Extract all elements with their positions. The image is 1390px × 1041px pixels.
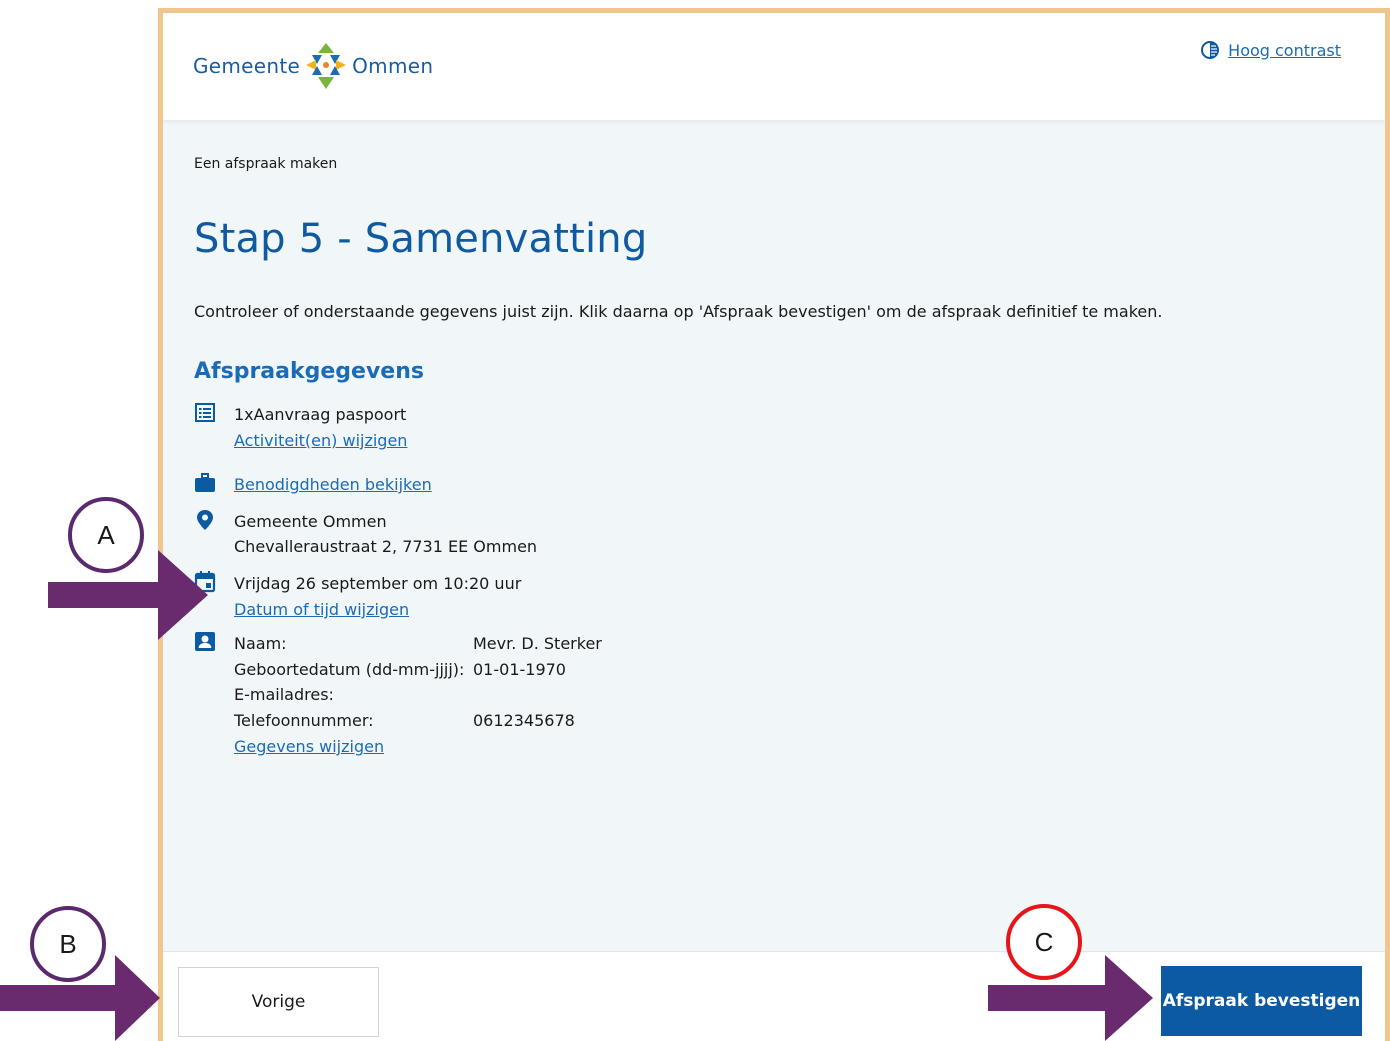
email-label: E-mailadres: — [234, 685, 334, 704]
change-datetime-link[interactable]: Datum of tijd wijzigen — [234, 596, 521, 623]
breadcrumb: Een afspraak maken — [194, 156, 338, 172]
person-details: Naam: Mevr. D. Sterker Geboortedatum (dd… — [234, 631, 602, 733]
confirm-appointment-button[interactable]: Afspraak bevestigen — [1161, 966, 1362, 1036]
high-contrast-label: Hoog contrast — [1228, 40, 1341, 60]
name-value: Mevr. D. Sterker — [473, 634, 602, 653]
briefcase-icon — [195, 473, 215, 492]
location-pin-icon — [197, 510, 213, 530]
annotation-c: C — [1006, 904, 1082, 980]
site-header: Gemeente Ommen Hoog contrast — [163, 13, 1385, 120]
datetime-row: Vrijdag 26 september om 10:20 uur Datum … — [194, 571, 521, 623]
location-name: Gemeente Ommen — [234, 512, 387, 531]
activity-text: 1xAanvraag paspoort — [234, 405, 407, 424]
logo[interactable]: Gemeente Ommen — [193, 43, 433, 89]
view-requirements-link[interactable]: Benodigdheden bekijken — [234, 472, 432, 497]
change-details-link[interactable]: Gegevens wijzigen — [234, 733, 602, 760]
name-label: Naam: — [234, 634, 287, 653]
phone-label: Telefoonnummer: — [234, 710, 374, 730]
page-title: Stap 5 - Samenvatting — [194, 216, 648, 262]
contrast-icon — [1201, 41, 1220, 59]
list-icon — [195, 403, 215, 422]
annotation-b: B — [30, 906, 106, 982]
previous-button[interactable]: Vorige — [178, 967, 379, 1037]
activity-row: 1xAanvraag paspoort Activiteit(en) wijzi… — [194, 402, 407, 454]
logo-text-left: Gemeente — [193, 54, 301, 78]
high-contrast-link[interactable]: Hoog contrast — [1200, 40, 1341, 60]
change-activity-link[interactable]: Activiteit(en) wijzigen — [234, 427, 407, 454]
datetime-text: Vrijdag 26 september om 10:20 uur — [234, 574, 522, 593]
person-row: Naam: Mevr. D. Sterker Geboortedatum (dd… — [194, 631, 602, 760]
app-frame: Gemeente Ommen Hoog contrast Een afspraa… — [158, 8, 1390, 1041]
section-title: Afspraakgegevens — [194, 359, 424, 384]
phone-value: 0612345678 — [473, 710, 575, 730]
location-address: Chevalleraustraat 2, 7731 EE Ommen — [234, 537, 538, 556]
main-content: Een afspraak maken Stap 5 - Samenvatting… — [163, 120, 1385, 951]
requirements-row: Benodigdheden bekijken — [194, 472, 432, 497]
municipality-logo-icon — [306, 43, 347, 89]
birthdate-label: Geboortedatum (dd-mm-jjjj): — [234, 659, 465, 679]
annotation-a: A — [68, 497, 144, 573]
footer-bar: Vorige Afspraak bevestigen — [163, 951, 1385, 1041]
email-value — [473, 682, 602, 708]
location-row: Gemeente Ommen Chevalleraustraat 2, 7731… — [194, 509, 537, 559]
birthdate-value: 01-01-1970 — [473, 659, 566, 679]
intro-text: Controleer of onderstaande gegevens juis… — [194, 302, 1163, 321]
logo-text-right: Ommen — [352, 54, 434, 78]
